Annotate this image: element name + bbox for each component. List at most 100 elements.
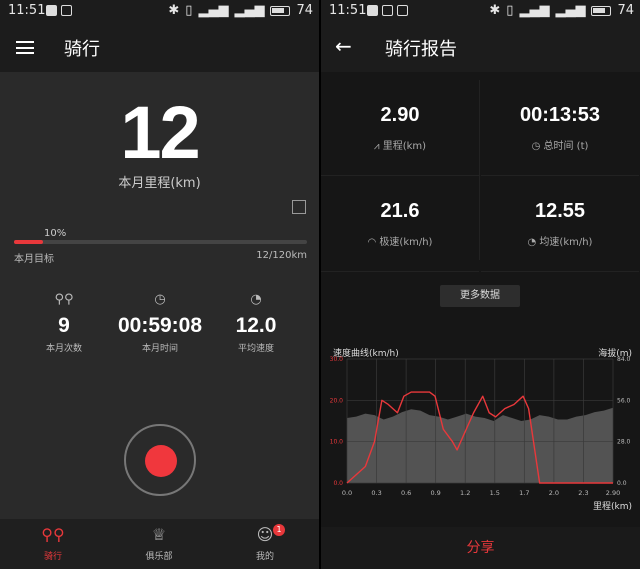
x-tick-label: 2.3 <box>578 489 588 497</box>
ride-report-screen: 11:51 ✱ ▯ ▂▄▆ ▂▄▆ 74 ← 骑行报告 2.90 ⩘ 里程(km… <box>321 0 640 569</box>
speed-altitude-chart: 0.0 0.3 0.6 0.9 1.2 1.5 1.7 2.0 2.3 2.90 0.0 10.0 20… <box>330 356 631 497</box>
tab-riding-label: 骑行 <box>43 552 62 562</box>
battery-icon <box>591 5 612 16</box>
x-tick-label: 1.5 <box>490 489 500 497</box>
y2-tick-label: 84.0 <box>617 356 631 363</box>
stat-rides-label: 本月次数 <box>45 344 82 354</box>
metric-max-speed-value: 21.6 <box>380 200 420 222</box>
page-title: 骑行 <box>64 39 100 60</box>
monthly-distance-label: 本月里程(km) <box>118 176 201 191</box>
bike-icon: ⚲⚲ <box>41 525 65 544</box>
trophy-icon: ♕ <box>151 525 167 544</box>
x-tick-label: 2.90 <box>606 489 620 497</box>
metric-distance-value: 2.90 <box>380 104 420 126</box>
app-bar: 骑行 <box>0 22 319 72</box>
bluetooth-icon: ✱ <box>489 3 501 18</box>
tab-club-label: 俱乐部 <box>145 552 173 562</box>
back-arrow-icon[interactable]: ← <box>335 34 352 58</box>
status-time: 11:51 <box>8 3 46 18</box>
page-title: 骑行报告 <box>385 39 457 60</box>
y-tick-label: 10.0 <box>330 439 344 446</box>
image-icon <box>382 5 393 16</box>
message-icon <box>367 5 378 16</box>
metric-total-time-label: ◷ 总时间 (t) <box>481 137 639 152</box>
menu-icon[interactable] <box>16 41 34 54</box>
goal-label: 本月目标 <box>14 254 54 265</box>
goal-value: 12/120km <box>256 250 307 261</box>
stat-rides: ⚲⚲ 9 本月次数 <box>14 292 114 354</box>
chart-xlabel: 里程(km) <box>592 502 632 512</box>
goal-progress-fill <box>14 240 44 244</box>
x-tick-label: 1.2 <box>460 489 470 497</box>
edit-goal-icon[interactable] <box>292 200 306 214</box>
grid-divider <box>479 80 480 260</box>
riding-screen: 11:51 ✱ ▯ ▂▄▆ ▂▄▆ 74 骑行 12 本月里程(km) 10% … <box>0 0 319 569</box>
stat-speed-label: 平均速度 <box>237 344 274 354</box>
vibrate-icon: ▯ <box>185 3 193 18</box>
notification-icons <box>367 5 408 16</box>
user-icon: ☺ <box>256 525 274 544</box>
clock-icon: ◷ <box>531 141 544 152</box>
stat-time: ◷ 00:59:08 本月时间 <box>110 292 210 354</box>
app-icon <box>61 5 72 16</box>
bluetooth-icon: ✱ <box>168 3 180 18</box>
record-icon <box>145 445 177 477</box>
notification-badge: 1 <box>273 524 285 536</box>
metric-avg-speed-text: 均速(km/h) <box>539 237 593 248</box>
tab-riding[interactable]: ⚲⚲ 骑行 <box>0 525 106 562</box>
metric-max-speed-text: 极速(km/h) <box>379 237 433 248</box>
start-ride-button[interactable] <box>124 424 196 496</box>
x-tick-label: 0.3 <box>371 489 381 497</box>
app-icon <box>397 5 408 16</box>
battery-icon <box>270 5 291 16</box>
tab-me-label: 我的 <box>255 552 274 562</box>
battery-level: 74 <box>296 3 313 18</box>
more-data-button[interactable]: 更多数据 <box>440 285 520 307</box>
speedometer-icon: ◠ <box>367 237 380 248</box>
app-bar: ← 骑行报告 <box>321 22 640 72</box>
y-tick-label: 20.0 <box>330 397 344 404</box>
goal-percent: 10% <box>44 228 67 239</box>
tab-club[interactable]: ♕ 俱乐部 <box>106 525 212 562</box>
tab-me[interactable]: ☺ 1 我的 <box>212 524 318 562</box>
metric-max-speed: 21.6 ◠ 极速(km/h) <box>321 176 479 272</box>
clock-icon: ◷ <box>154 292 166 307</box>
signal-icon: ▂▄▆ <box>519 3 550 18</box>
vibrate-icon: ▯ <box>506 3 514 18</box>
y2-tick-label: 28.0 <box>617 439 631 446</box>
share-button[interactable]: 分享 <box>321 527 640 569</box>
notification-icons <box>46 5 72 16</box>
x-tick-label: 0.0 <box>342 489 352 497</box>
status-right: ✱ ▯ ▂▄▆ ▂▄▆ 74 <box>489 3 634 18</box>
metric-total-time-text: 总时间 (t) <box>543 141 589 152</box>
status-time: 11:51 <box>329 3 367 18</box>
message-icon <box>46 5 57 16</box>
altitude-area <box>347 407 613 483</box>
signal2-icon: ▂▄▆ <box>555 3 586 18</box>
status-bar: 11:51 ✱ ▯ ▂▄▆ ▂▄▆ 74 <box>321 0 640 22</box>
metric-distance: 2.90 ⩘ 里程(km) <box>321 80 479 176</box>
bike-icon: ⚲⚲ <box>54 292 74 307</box>
battery-level: 74 <box>617 3 634 18</box>
goal-progress-bar <box>14 240 307 244</box>
x-tick-label: 0.6 <box>401 489 411 497</box>
metric-total-time: 00:13:53 ◷ 总时间 (t) <box>481 80 639 176</box>
x-tick-label: 1.7 <box>519 489 529 497</box>
metric-avg-speed-value: 12.55 <box>534 200 586 222</box>
stat-speed: ◔ 12.0 平均速度 <box>206 292 306 354</box>
metric-avg-speed: 12.55 ◔ 均速(km/h) <box>481 176 639 272</box>
stat-speed-value: 12.0 <box>235 314 277 337</box>
metric-max-speed-label: ◠ 极速(km/h) <box>321 233 479 248</box>
monthly-distance-value: 12 <box>120 91 200 174</box>
metric-avg-speed-label: ◔ 均速(km/h) <box>481 233 639 248</box>
y-tick-label: 0.0 <box>333 480 343 487</box>
y-tick-label: 30.0 <box>330 356 344 363</box>
metric-distance-text: 里程(km) <box>382 141 427 152</box>
status-right: ✱ ▯ ▂▄▆ ▂▄▆ 74 <box>168 3 313 18</box>
road-icon: ⩘ <box>373 141 383 152</box>
x-tick-label: 2.0 <box>549 489 559 497</box>
stat-rides-value: 9 <box>58 314 70 337</box>
signal-icon: ▂▄▆ <box>198 3 229 18</box>
stat-time-value: 00:59:08 <box>117 314 203 337</box>
stopwatch-icon: ◔ <box>527 237 540 248</box>
